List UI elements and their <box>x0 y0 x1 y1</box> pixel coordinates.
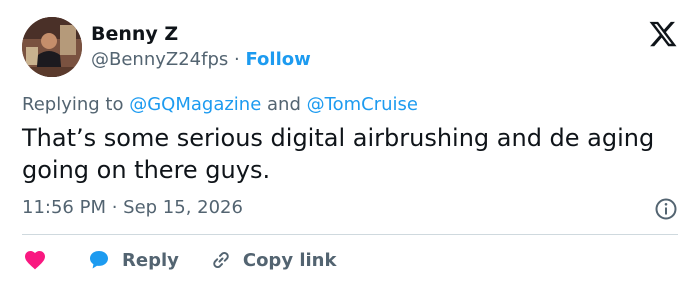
reply-button[interactable]: Reply <box>86 248 179 272</box>
separator-dot: · <box>234 49 240 70</box>
tweet-text: That’s some serious digital airbrushing … <box>22 124 655 184</box>
speech-bubble-icon <box>90 251 108 269</box>
link-icon <box>213 251 229 269</box>
user-handle[interactable]: @BennyZ24fps <box>91 49 228 70</box>
copy-link-button[interactable]: Copy link <box>209 248 337 272</box>
mention-gqmagazine[interactable]: @GQMagazine <box>129 94 261 115</box>
user-name[interactable]: Benny Z <box>91 22 178 46</box>
divider <box>22 234 678 235</box>
x-logo-icon[interactable] <box>648 19 678 49</box>
heart-icon <box>25 251 45 270</box>
replying-prefix: Replying to <box>22 94 124 115</box>
copy-link-label: Copy link <box>242 249 337 271</box>
replying-to: Replying to @GQMagazine and @TomCruise <box>22 93 418 117</box>
like-button[interactable] <box>22 248 48 272</box>
info-icon[interactable] <box>654 197 678 221</box>
replying-conjunction: and <box>267 94 301 115</box>
tweet-timestamp[interactable]: 11:56 PM · Sep 15, 2026 <box>22 196 243 220</box>
follow-button[interactable]: Follow <box>245 49 310 70</box>
action-bar: Reply Copy link <box>22 246 336 274</box>
reply-label: Reply <box>122 249 179 271</box>
mention-tomcruise[interactable]: @TomCruise <box>307 94 418 115</box>
user-handle-row: @BennyZ24fps · Follow <box>91 48 311 72</box>
avatar[interactable] <box>22 17 82 77</box>
